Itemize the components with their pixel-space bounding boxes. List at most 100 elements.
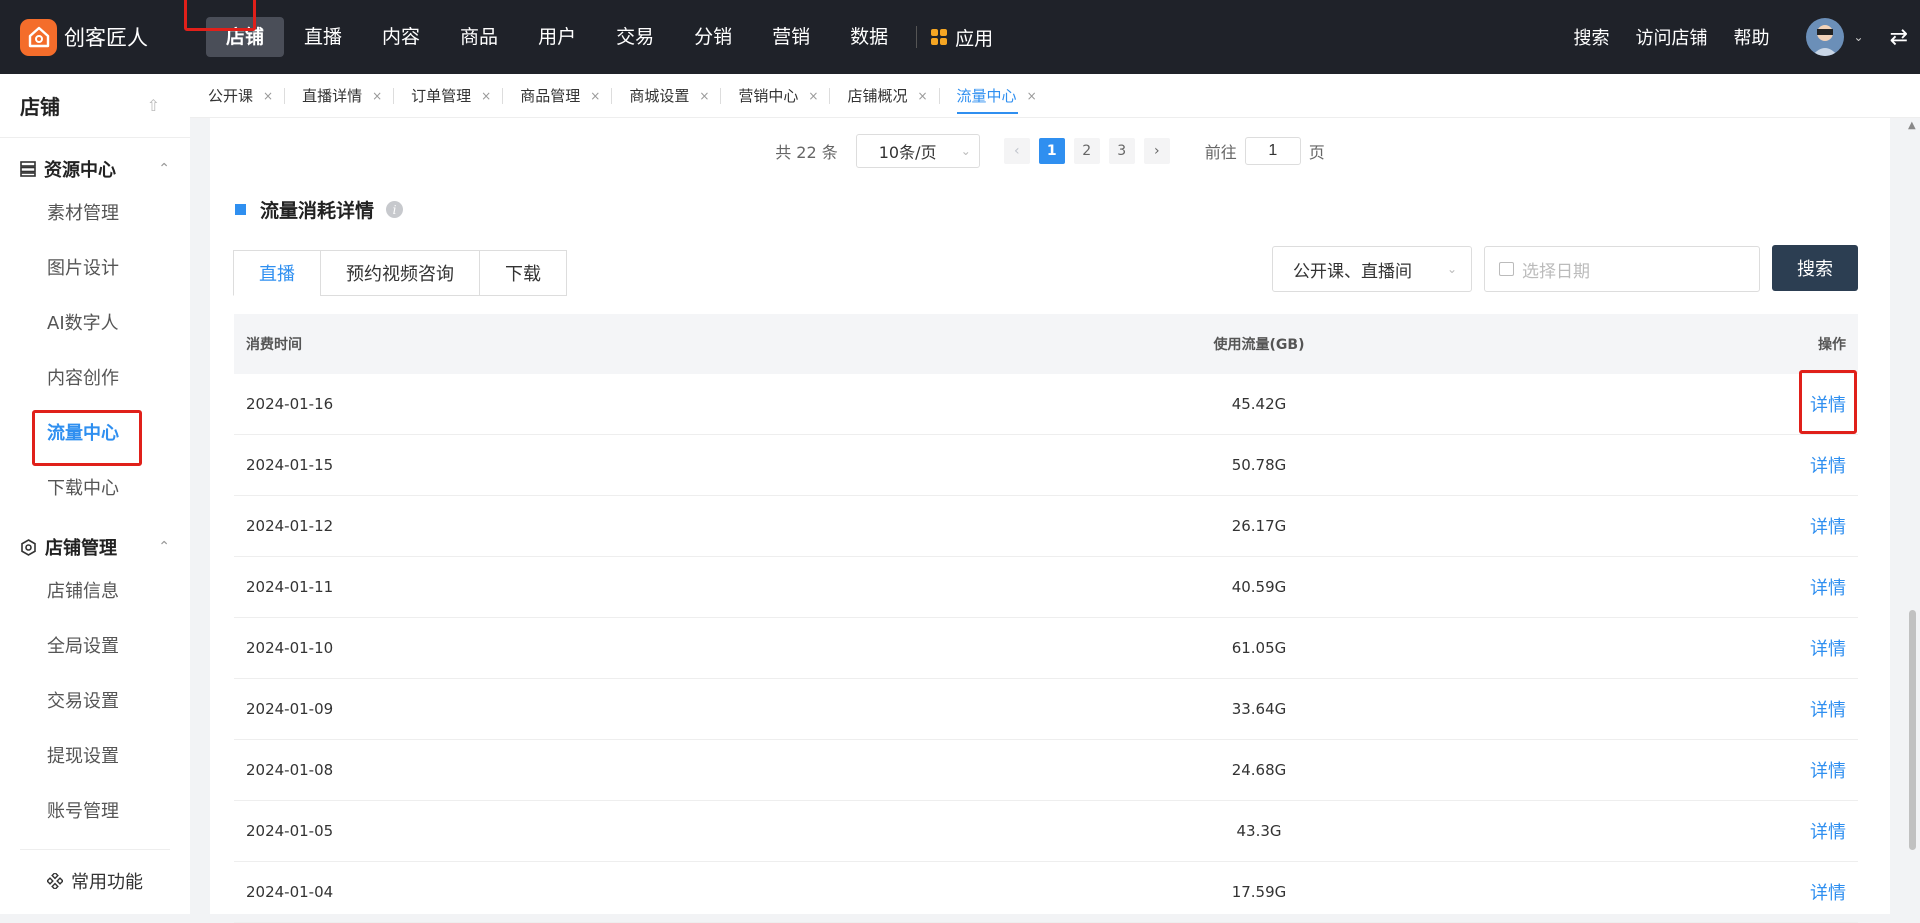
tab-live[interactable]: 直播	[233, 250, 321, 296]
detail-link[interactable]: 详情	[1810, 822, 1846, 843]
sidebar-item-materials[interactable]: 素材管理	[0, 186, 190, 241]
tab-video-consult[interactable]: 预约视频咨询	[320, 250, 480, 296]
nav-divider	[916, 26, 917, 48]
table-row: 2024-01-09 33.64G 详情	[234, 679, 1858, 740]
sidebar-group-resource[interactable]: 资源中心 ⌃	[0, 152, 190, 186]
nav-item-marketing[interactable]: 营销	[752, 17, 830, 57]
page-jump-input[interactable]	[1245, 137, 1301, 165]
cell-traffic: 45.42G	[784, 395, 1734, 413]
highlight-box	[184, 0, 256, 31]
sidebar-item-account-mgmt[interactable]: 账号管理	[0, 784, 190, 839]
close-icon[interactable]: ×	[590, 89, 600, 103]
chevron-down-icon: ⌄	[1447, 262, 1457, 276]
sidebar-item-download-center[interactable]: 下载中心	[0, 461, 190, 516]
table-row: 2024-01-15 50.78G 详情	[234, 435, 1858, 496]
sidebar-item-trade-settings[interactable]: 交易设置	[0, 674, 190, 729]
tab-download[interactable]: 下载	[479, 250, 567, 296]
chevron-up-icon: ⌃	[158, 161, 170, 177]
detail-link[interactable]: 详情	[1810, 517, 1846, 538]
sidebar-item-ai-human[interactable]: AI数字人	[0, 296, 190, 351]
info-icon[interactable]: i	[386, 201, 403, 218]
tab-store-overview[interactable]: 店铺概况×	[829, 74, 938, 118]
sidebar-item-traffic-center[interactable]: 流量中心	[0, 406, 190, 461]
date-picker-input[interactable]: 选择日期	[1484, 246, 1760, 292]
page-scrollbar[interactable]: ▲	[1904, 118, 1920, 914]
page-button-1[interactable]: 1	[1039, 138, 1065, 164]
tab-goods-mgmt[interactable]: 商品管理×	[502, 74, 611, 118]
tab-marketing-center[interactable]: 营销中心×	[720, 74, 829, 118]
help-link[interactable]: 帮助	[1734, 24, 1770, 50]
close-icon[interactable]: ×	[917, 89, 927, 103]
chevron-down-icon[interactable]: ⌄	[1854, 30, 1864, 44]
tab-traffic-center[interactable]: 流量中心×	[939, 74, 1048, 118]
cell-traffic: 61.05G	[784, 639, 1734, 657]
nav-item-data[interactable]: 数据	[830, 17, 908, 57]
type-filter-select[interactable]: 公开课、直播间 ⌄	[1272, 246, 1472, 292]
cell-date: 2024-01-09	[234, 700, 784, 718]
page-button-3[interactable]: 3	[1109, 138, 1135, 164]
nav-item-store[interactable]: 店铺	[206, 17, 284, 57]
page-button-2[interactable]: 2	[1074, 138, 1100, 164]
close-icon[interactable]: ×	[699, 89, 709, 103]
nav-item-live[interactable]: 直播	[284, 17, 362, 57]
detail-link[interactable]: 详情	[1810, 761, 1846, 782]
tab-live-detail[interactable]: 直播详情×	[284, 74, 393, 118]
detail-link[interactable]: 详情	[1810, 700, 1846, 721]
visit-store-link[interactable]: 访问店铺	[1636, 24, 1708, 50]
next-page-button[interactable]: ›	[1144, 138, 1170, 164]
cell-date: 2024-01-12	[234, 517, 784, 535]
close-icon[interactable]: ×	[372, 89, 382, 103]
cell-traffic: 24.68G	[784, 761, 1734, 779]
avatar[interactable]	[1806, 18, 1844, 56]
highlight-box	[1799, 370, 1857, 434]
storage-icon	[20, 161, 36, 177]
detail-link[interactable]: 详情	[1810, 456, 1846, 477]
prev-page-button[interactable]: ‹	[1004, 138, 1030, 164]
cell-traffic: 40.59G	[784, 578, 1734, 596]
tab-mall-settings[interactable]: 商城设置×	[611, 74, 720, 118]
sidebar-item-image-design[interactable]: 图片设计	[0, 241, 190, 296]
cell-date: 2024-01-04	[234, 883, 784, 901]
close-icon[interactable]: ×	[808, 89, 818, 103]
sidebar-group-store-mgmt[interactable]: 店铺管理 ⌃	[0, 530, 190, 564]
common-functions-button[interactable]: 常用功能	[0, 856, 190, 906]
detail-link[interactable]: 详情	[1810, 578, 1846, 599]
sidebar-item-withdraw-settings[interactable]: 提现设置	[0, 729, 190, 784]
nav-item-users[interactable]: 用户	[518, 17, 596, 57]
nav-item-goods[interactable]: 商品	[440, 17, 518, 57]
table-row: 2024-01-08 24.68G 详情	[234, 740, 1858, 801]
cell-traffic: 43.3G	[784, 822, 1734, 840]
close-icon[interactable]: ×	[263, 89, 273, 103]
switch-icon[interactable]: ⇄	[1890, 25, 1908, 50]
collapse-icon[interactable]: ⇧	[147, 96, 160, 115]
tab-order-mgmt[interactable]: 订单管理×	[393, 74, 502, 118]
search-button[interactable]: 搜索	[1772, 245, 1858, 291]
search-link[interactable]: 搜索	[1574, 24, 1610, 50]
cell-traffic: 26.17G	[784, 517, 1734, 535]
tab-public-class[interactable]: 公开课×	[190, 74, 284, 118]
traffic-table: 消费时间 使用流量(GB) 操作 2024-01-16 45.42G 详情 20…	[234, 314, 1858, 923]
chevron-down-icon: ⌄	[961, 144, 971, 158]
close-icon[interactable]: ×	[481, 89, 491, 103]
detail-link[interactable]: 详情	[1810, 883, 1846, 904]
close-icon[interactable]: ×	[1027, 89, 1037, 103]
scroll-up-icon[interactable]: ▲	[1908, 120, 1916, 131]
logo[interactable]: 创客匠人	[20, 19, 206, 56]
cell-date: 2024-01-16	[234, 395, 784, 413]
chevron-up-icon: ⌃	[158, 539, 170, 555]
page-size-select[interactable]: 10条/页 ⌄	[856, 134, 980, 168]
header-traffic: 使用流量(GB)	[784, 334, 1734, 354]
sidebar-item-content-creation[interactable]: 内容创作	[0, 351, 190, 406]
section-title: 流量消耗详情 i	[235, 196, 403, 223]
detail-link[interactable]: 详情	[1810, 639, 1846, 660]
scrollbar-thumb[interactable]	[1909, 610, 1916, 850]
nav-item-distribution[interactable]: 分销	[674, 17, 752, 57]
nav-item-content[interactable]: 内容	[362, 17, 440, 57]
nav-item-apps[interactable]: 应用	[931, 24, 993, 51]
sidebar-item-store-info[interactable]: 店铺信息	[0, 564, 190, 619]
sidebar-item-global-settings[interactable]: 全局设置	[0, 619, 190, 674]
settings-icon	[20, 539, 37, 556]
nav-item-trade[interactable]: 交易	[596, 17, 674, 57]
table-row: 2024-01-05 43.3G 详情	[234, 801, 1858, 862]
cell-date: 2024-01-05	[234, 822, 784, 840]
